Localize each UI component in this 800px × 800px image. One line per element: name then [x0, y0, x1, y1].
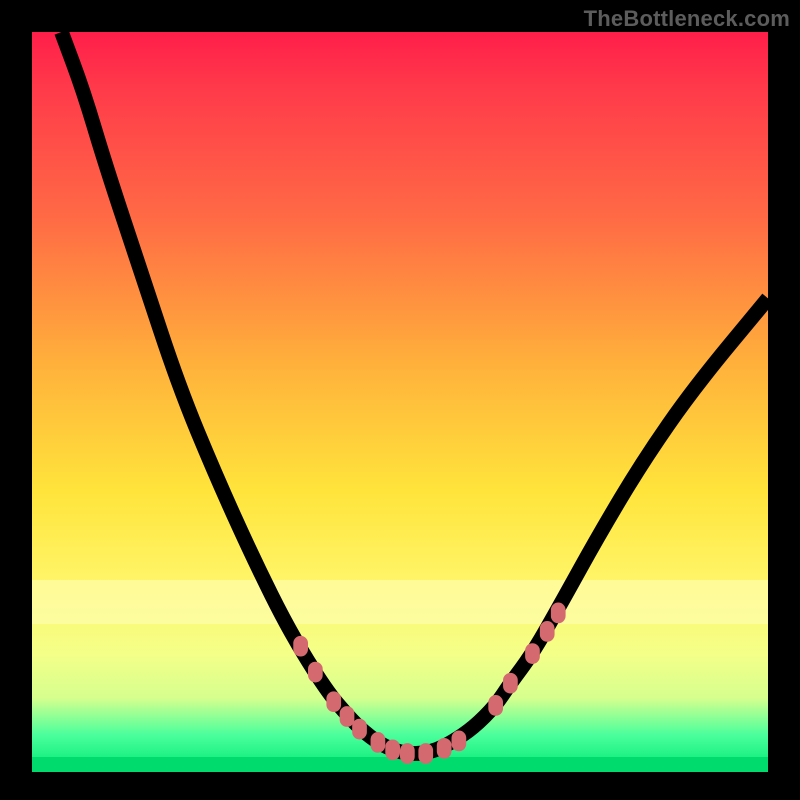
curve-marker	[371, 732, 386, 753]
curve-marker	[352, 719, 367, 740]
plot-area	[32, 32, 768, 772]
curve-marker	[308, 662, 323, 683]
curve-marker	[400, 743, 415, 764]
bottleneck-curve	[61, 32, 768, 754]
curve-marker	[326, 691, 341, 712]
watermark-text: TheBottleneck.com	[584, 6, 790, 32]
curve-marker	[525, 643, 540, 664]
curve-marker	[452, 731, 467, 752]
markers-group	[293, 603, 565, 764]
curve-marker	[551, 603, 566, 624]
curve-marker	[340, 706, 355, 727]
curve-marker	[418, 743, 433, 764]
curve-marker	[385, 739, 400, 760]
curve-marker	[437, 738, 452, 759]
curve-marker	[488, 695, 503, 716]
curve-svg	[32, 32, 768, 772]
chart-frame: TheBottleneck.com	[0, 0, 800, 800]
curve-marker	[503, 673, 518, 694]
curve-marker	[540, 621, 555, 642]
curve-marker	[293, 636, 308, 657]
